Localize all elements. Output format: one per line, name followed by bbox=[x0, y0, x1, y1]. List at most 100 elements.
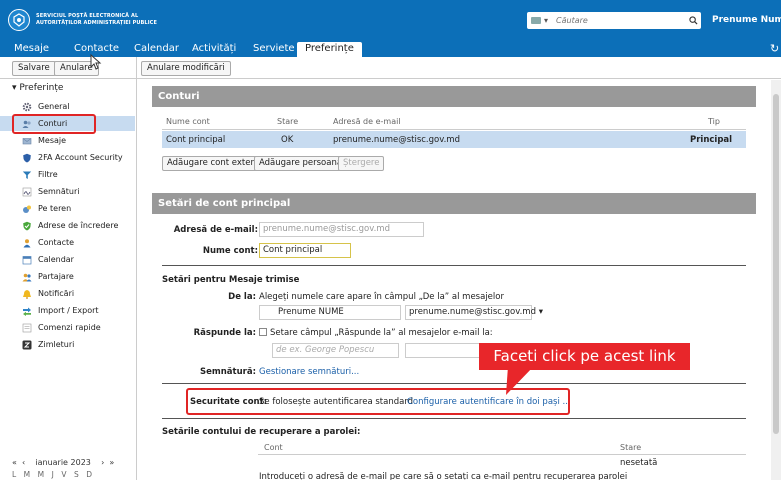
sidebar-item-signatures[interactable]: Semnături bbox=[0, 184, 135, 199]
recovery-table-divider bbox=[258, 454, 746, 455]
scroll-thumb[interactable] bbox=[773, 94, 779, 434]
shield-icon bbox=[23, 153, 31, 162]
prev-month-icon[interactable]: ‹ bbox=[22, 458, 25, 467]
gear-icon bbox=[22, 102, 32, 111]
sidebar-item-filters[interactable]: Filtre bbox=[0, 167, 135, 182]
tab-tasks[interactable]: Activități bbox=[192, 42, 236, 57]
column-header-recovery-account[interactable]: Cont bbox=[264, 443, 283, 452]
logo-line-1: SERVICIUL POȘTĂ ELECTRONICĂ AL bbox=[36, 13, 139, 19]
next-month-icon[interactable]: › bbox=[101, 458, 104, 467]
sidebar-item-import-export[interactable]: Import / Export bbox=[0, 303, 135, 318]
contacts-icon bbox=[23, 238, 31, 247]
refresh-icon[interactable]: ↻ bbox=[770, 42, 779, 55]
main-tabs: Mesaje Contacte Calendar Activități Serv… bbox=[0, 40, 781, 57]
mouse-cursor-icon bbox=[90, 54, 102, 70]
tab-preferences[interactable]: Preferințe bbox=[297, 42, 362, 57]
column-header-email[interactable]: Adresă de e-mail bbox=[333, 117, 401, 126]
reply-to-checkbox[interactable] bbox=[259, 328, 267, 336]
reply-to-address-field[interactable] bbox=[405, 343, 480, 358]
sidebar-item-label: Semnături bbox=[38, 187, 80, 196]
save-button[interactable]: Salvare bbox=[12, 61, 56, 76]
sidebar-item-label: Adrese de încredere bbox=[38, 221, 119, 230]
from-description: Alegeți numele care apare în câmpul „De … bbox=[259, 292, 504, 302]
sidebar-item-label: Filtre bbox=[38, 170, 58, 179]
column-header-name[interactable]: Nume cont bbox=[166, 117, 210, 126]
import-export-icon bbox=[23, 307, 31, 316]
email-address-field: prenume.nume@stisc.gov.md bbox=[259, 222, 424, 237]
tab-mail[interactable]: Mesaje bbox=[14, 42, 49, 57]
sidebar-item-label: 2FA Account Security bbox=[38, 153, 123, 162]
sidebar-item-label: Pe teren bbox=[38, 204, 72, 213]
next-year-icon[interactable]: » bbox=[109, 458, 114, 467]
reply-to-label: Răspunde la: bbox=[193, 328, 256, 338]
filter-icon bbox=[22, 171, 32, 179]
calendar-month[interactable]: ianuarie 2023 bbox=[35, 458, 91, 467]
callout-pointer bbox=[506, 366, 534, 395]
mail-icon bbox=[531, 17, 541, 24]
mini-calendar-nav: « ‹ ianuarie 2023 › » bbox=[12, 458, 114, 467]
mini-calendar-weekdays: LMMJVSD bbox=[12, 470, 100, 479]
user-name: Prenume Nume bbox=[712, 15, 781, 25]
zimlet-icon bbox=[22, 340, 32, 349]
sidebar-item-mail[interactable]: Mesaje bbox=[0, 133, 135, 148]
sidebar-item-zimlets[interactable]: Zimleturi bbox=[0, 337, 135, 352]
recovery-status-value: nesetată bbox=[620, 458, 658, 468]
email-address-label: Adresă de e-mail: bbox=[173, 225, 258, 235]
signature-icon bbox=[22, 187, 32, 196]
account-name-label: Nume cont: bbox=[202, 246, 258, 256]
sent-settings-title: Setări pentru Mesaje trimise bbox=[162, 275, 300, 285]
logo-text: SERVICIUL POȘTĂ ELECTRONICĂ AL AUTORITĂȚ… bbox=[36, 13, 157, 27]
sidebar-item-label: Partajare bbox=[38, 272, 74, 281]
top-header: SERVICIUL POȘTĂ ELECTRONICĂ AL AUTORITĂȚ… bbox=[0, 0, 781, 40]
tab-briefcase[interactable]: Serviete bbox=[253, 42, 295, 57]
account-email-cell: prenume.nume@stisc.gov.md bbox=[333, 135, 460, 145]
sidebar-item-calendar[interactable]: Calendar bbox=[0, 252, 135, 267]
sidebar-item-2fa[interactable]: 2FA Account Security bbox=[0, 150, 135, 165]
reply-to-option: Setare câmpul „Răspunde la” al mesajelor… bbox=[259, 328, 493, 338]
sidebar-item-general[interactable]: General bbox=[0, 99, 135, 114]
prev-year-icon[interactable]: « bbox=[12, 458, 17, 467]
search-icon[interactable] bbox=[685, 16, 701, 25]
logo-line-2: AUTORITĂȚILOR ADMINISTRAȚIEI PUBLICE bbox=[36, 20, 157, 26]
trusted-icon bbox=[23, 221, 31, 230]
sidebar-item-notifications[interactable]: Notificări bbox=[0, 286, 135, 301]
sidebar-item-label: Mesaje bbox=[38, 136, 67, 145]
column-header-recovery-status[interactable]: Stare bbox=[620, 443, 641, 452]
sidebar-item-shortcuts[interactable]: Comenzi rapide bbox=[0, 320, 135, 335]
expand-icon: ▾ bbox=[12, 83, 17, 93]
account-type-cell: Principal bbox=[690, 135, 733, 145]
pane-divider[interactable] bbox=[136, 57, 137, 480]
add-persona-button[interactable]: Adăugare persoană bbox=[254, 156, 348, 171]
signature-label: Semnătură: bbox=[200, 367, 256, 377]
from-address-select[interactable]: prenume.nume@stisc.gov.md ▾ bbox=[405, 305, 543, 320]
callout-annotation: Faceti click pe acest link bbox=[479, 343, 690, 370]
sidebar-item-sharing[interactable]: Partajare bbox=[0, 269, 135, 284]
sidebar-item-label: General bbox=[38, 102, 70, 111]
column-header-status[interactable]: Stare bbox=[277, 117, 298, 126]
reply-to-name-field[interactable]: de ex. George Popescu bbox=[272, 343, 399, 358]
sidebar-item-contacts[interactable]: Contacte bbox=[0, 235, 135, 250]
table-header-divider bbox=[162, 129, 746, 130]
manage-signatures-link[interactable]: Gestionare semnături... bbox=[259, 367, 359, 377]
logo-emblem-icon bbox=[8, 9, 30, 31]
account-name-field[interactable]: Cont principal bbox=[259, 243, 351, 258]
from-name-field[interactable]: Prenume NUME bbox=[259, 305, 401, 320]
column-header-type[interactable]: Tip bbox=[708, 117, 720, 126]
user-menu[interactable]: Prenume Nume ▾ bbox=[712, 15, 781, 25]
sidebar-item-label: Import / Export bbox=[38, 306, 99, 315]
delete-account-button[interactable]: Ștergere bbox=[338, 156, 385, 171]
sidebar-item-label: Comenzi rapide bbox=[38, 323, 101, 332]
sidebar-item-trusted-addresses[interactable]: Adrese de încredere bbox=[0, 218, 135, 233]
accounts-section-header: Conturi bbox=[152, 86, 756, 107]
search-type-dropdown[interactable]: ▾ bbox=[527, 14, 552, 27]
from-label: De la: bbox=[228, 292, 256, 302]
sidebar-root[interactable]: ▾ Preferințe bbox=[12, 83, 63, 93]
search-input[interactable] bbox=[556, 16, 685, 25]
account-status-cell: OK bbox=[281, 135, 294, 145]
app-logo[interactable]: SERVICIUL POȘTĂ ELECTRONICĂ AL AUTORITĂȚ… bbox=[8, 9, 157, 31]
add-external-account-button[interactable]: Adăugare cont extern bbox=[162, 156, 265, 171]
undo-changes-button[interactable]: Anulare modificări bbox=[141, 61, 231, 76]
tab-calendar[interactable]: Calendar bbox=[134, 42, 179, 57]
sidebar-item-label: Notificări bbox=[38, 289, 75, 298]
sidebar-item-out-of-office[interactable]: Pe teren bbox=[0, 201, 135, 216]
